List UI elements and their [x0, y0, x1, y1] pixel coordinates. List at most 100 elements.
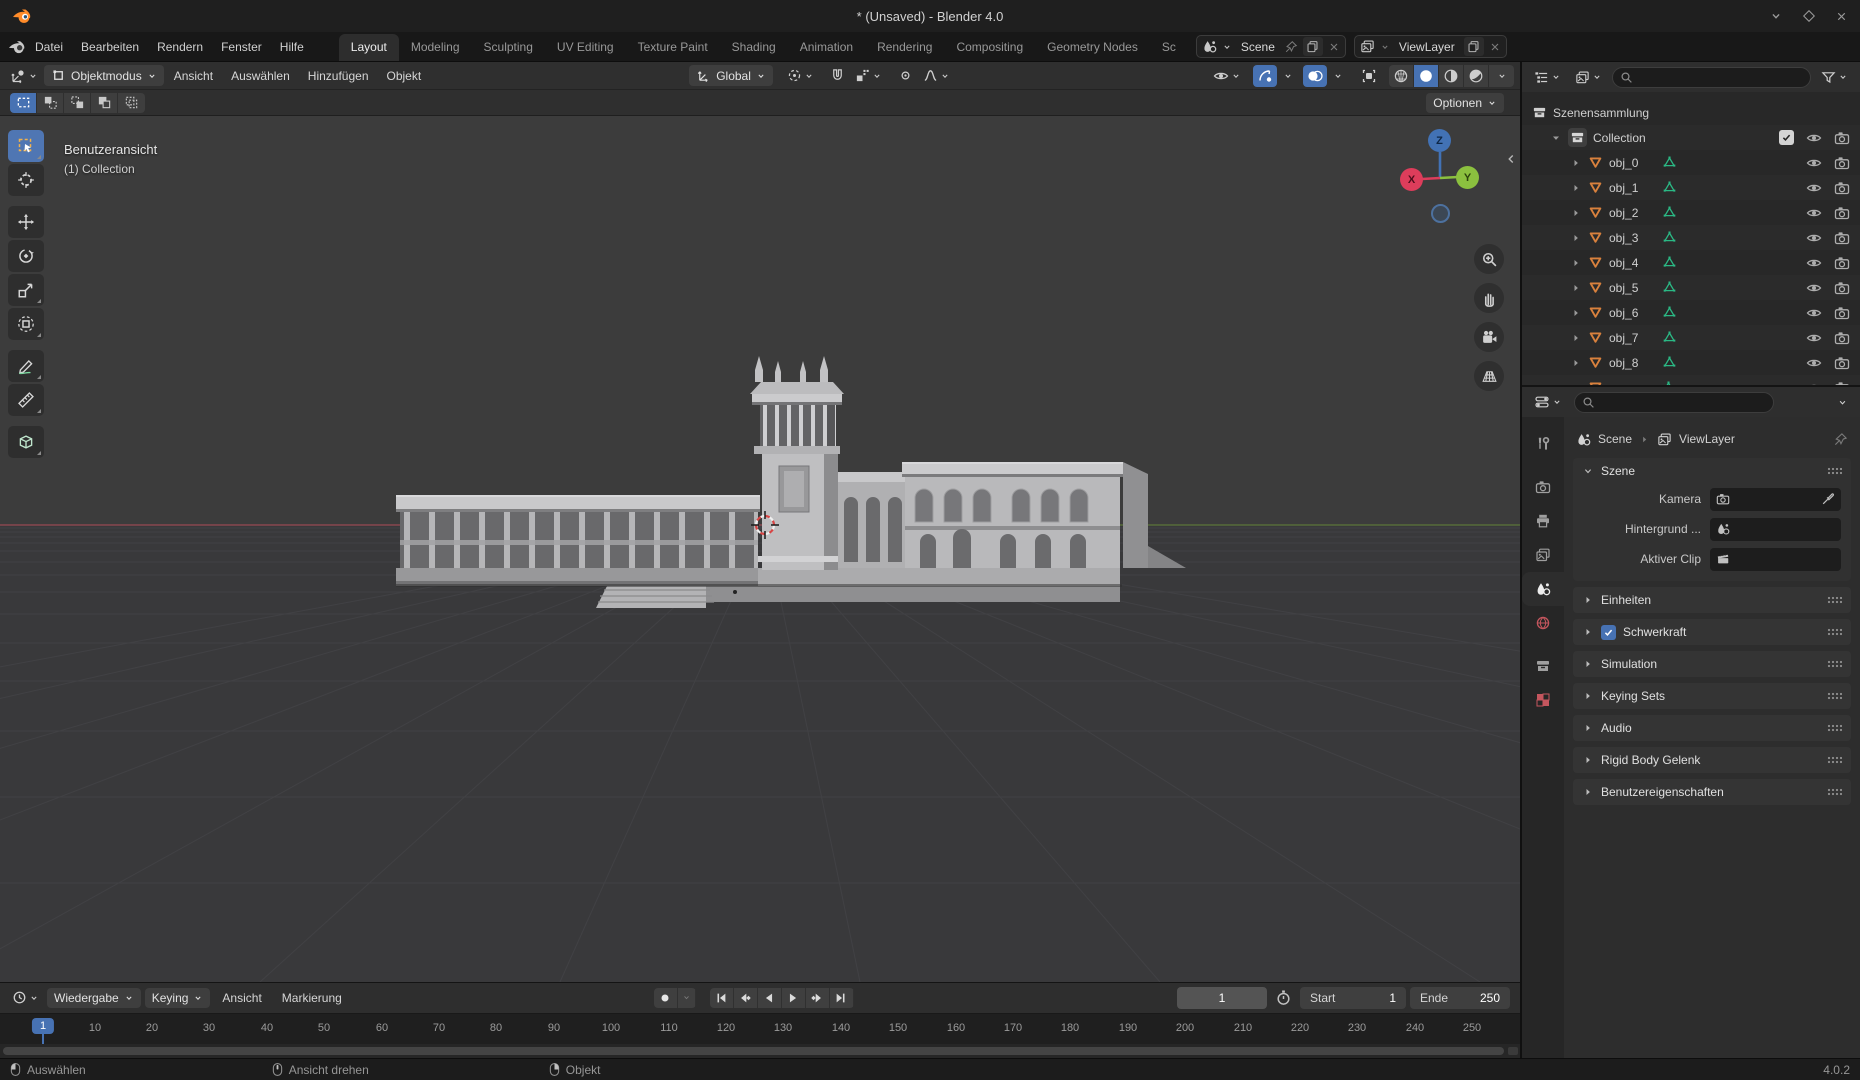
workspace-tab-uv-editing[interactable]: UV Editing	[545, 34, 626, 61]
snap-toggle[interactable]	[826, 65, 849, 86]
visibility-selector[interactable]	[1209, 65, 1245, 87]
prev-keyframe-button[interactable]	[734, 988, 758, 1008]
menu-markierung[interactable]: Markierung	[274, 987, 350, 1009]
render-visibility-camera-icon[interactable]	[1834, 280, 1850, 296]
panel-grip[interactable]	[1827, 692, 1842, 700]
panel-schwerkraft[interactable]: Schwerkraft	[1573, 619, 1851, 645]
workspace-tab-animation[interactable]: Animation	[788, 34, 865, 61]
shading-wireframe-button[interactable]	[1389, 65, 1414, 87]
hide-eye-icon[interactable]	[1806, 255, 1822, 271]
proportional-editing-toggle[interactable]	[894, 65, 917, 86]
window-minimize-icon[interactable]	[1769, 9, 1783, 23]
disclosure-closed-icon[interactable]	[1570, 382, 1582, 386]
workspace-tab-compositing[interactable]: Compositing	[944, 34, 1035, 61]
outliner-filter-id-selector[interactable]	[1571, 67, 1606, 88]
disclosure-closed-icon[interactable]	[1570, 257, 1582, 269]
overlays-dropdown[interactable]	[1329, 68, 1347, 84]
jump-to-start-button[interactable]	[710, 988, 734, 1008]
current-frame-field[interactable]: 1	[1177, 987, 1267, 1009]
disclosure-closed-icon[interactable]	[1570, 282, 1582, 294]
panel-grip[interactable]	[1827, 467, 1842, 475]
window-close-icon[interactable]	[1835, 10, 1848, 23]
properties-search[interactable]	[1574, 392, 1774, 413]
shading-material-button[interactable]	[1439, 65, 1464, 87]
menu-wiedergabe[interactable]: Wiedergabe	[47, 988, 141, 1008]
next-keyframe-button[interactable]	[806, 988, 830, 1008]
stopwatch-icon[interactable]	[1275, 989, 1292, 1006]
gravity-checkbox[interactable]	[1601, 625, 1616, 640]
blender-menu-logo-icon[interactable]	[8, 39, 26, 55]
menu-auswaehlen[interactable]: Auswählen	[223, 65, 298, 87]
tab-render[interactable]	[1522, 470, 1564, 504]
render-visibility-camera-icon[interactable]	[1834, 205, 1850, 221]
tool-cursor[interactable]	[8, 164, 44, 196]
breadcrumb-viewlayer[interactable]: ViewLayer	[1679, 432, 1735, 446]
tab-world[interactable]	[1522, 606, 1564, 640]
options-dropdown[interactable]: Optionen	[1426, 93, 1504, 113]
menu-objekt[interactable]: Objekt	[379, 65, 430, 87]
menu-keying[interactable]: Keying	[145, 988, 211, 1008]
building-model[interactable]	[396, 356, 1186, 608]
render-visibility-camera-icon[interactable]	[1834, 355, 1850, 371]
render-visibility-camera-icon[interactable]	[1834, 130, 1850, 146]
panel-rigid-body[interactable]: Rigid Body Gelenk	[1573, 747, 1851, 773]
panel-grip[interactable]	[1827, 660, 1842, 668]
tool-scale[interactable]	[8, 274, 44, 306]
workspace-tab-shading[interactable]: Shading	[720, 34, 788, 61]
playhead[interactable]: 1	[32, 1018, 54, 1034]
render-visibility-camera-icon[interactable]	[1834, 380, 1850, 386]
perspective-toggle-button[interactable]	[1474, 361, 1504, 391]
menu-tl-ansicht[interactable]: Ansicht	[214, 987, 269, 1009]
disclosure-closed-icon[interactable]	[1570, 332, 1582, 344]
menu-datei[interactable]: Datei	[26, 36, 72, 58]
properties-search-input[interactable]	[1600, 395, 1766, 409]
panel-grip[interactable]	[1827, 628, 1842, 636]
outliner-row-collection[interactable]: Collection	[1522, 125, 1860, 150]
outliner-row-object[interactable]: obj_0	[1522, 150, 1860, 175]
gizmo-dropdown[interactable]	[1279, 68, 1297, 84]
workspace-tab-rendering[interactable]: Rendering	[865, 34, 944, 61]
outliner-row-object-clipped[interactable]	[1522, 375, 1860, 385]
outliner-row-object[interactable]: obj_8	[1522, 350, 1860, 375]
editor-type-selector[interactable]	[6, 65, 42, 87]
outliner-row-object[interactable]: obj_6	[1522, 300, 1860, 325]
render-visibility-camera-icon[interactable]	[1834, 180, 1850, 196]
xray-toggle[interactable]	[1357, 65, 1381, 87]
transform-orientation-selector[interactable]: Global	[689, 65, 773, 86]
timeline-editor-type-selector[interactable]	[8, 987, 43, 1008]
hide-eye-icon[interactable]	[1806, 380, 1822, 386]
disclosure-open-icon[interactable]	[1550, 132, 1562, 144]
select-subtract-button[interactable]	[64, 93, 91, 113]
tool-transform[interactable]	[8, 308, 44, 340]
outliner-row-object[interactable]: obj_7	[1522, 325, 1860, 350]
outliner-row-object[interactable]: obj_4	[1522, 250, 1860, 275]
gizmo-x-axis[interactable]: X	[1400, 168, 1423, 191]
outliner-search[interactable]	[1612, 67, 1811, 88]
shading-solid-button[interactable]	[1414, 65, 1439, 87]
mode-selector[interactable]: Objektmodus	[44, 65, 164, 86]
pin-icon[interactable]	[1284, 40, 1298, 54]
workspace-tab-layout[interactable]: Layout	[339, 34, 399, 61]
pivot-point-selector[interactable]	[783, 65, 818, 86]
panel-grip[interactable]	[1827, 756, 1842, 764]
tool-rotate[interactable]	[8, 240, 44, 272]
panel-simulation[interactable]: Simulation	[1573, 651, 1851, 677]
camera-view-button[interactable]	[1474, 322, 1504, 352]
panel-szene-header[interactable]: Szene	[1573, 458, 1851, 484]
background-field[interactable]	[1710, 518, 1841, 541]
panel-benutzereigenschaften[interactable]: Benutzereigenschaften	[1573, 779, 1851, 805]
timeline-ruler[interactable]: 1 10 20 30 40 50 60 70 80 90 100 110 120…	[0, 1013, 1520, 1045]
workspace-tab-modeling[interactable]: Modeling	[399, 34, 472, 61]
tab-texture[interactable]	[1522, 683, 1564, 717]
navigation-gizmo[interactable]: Z X Y	[1388, 126, 1492, 230]
viewlayer-remove-icon[interactable]	[1489, 41, 1501, 53]
menu-ansicht[interactable]: Ansicht	[166, 65, 221, 87]
panel-grip[interactable]	[1827, 724, 1842, 732]
render-visibility-camera-icon[interactable]	[1834, 230, 1850, 246]
scene-unlink-icon[interactable]	[1328, 41, 1340, 53]
tool-move[interactable]	[8, 206, 44, 238]
workspace-tab-sculpting[interactable]: Sculpting	[472, 34, 545, 61]
viewlayer-new-button[interactable]	[1464, 37, 1484, 56]
panel-audio[interactable]: Audio	[1573, 715, 1851, 741]
outliner-search-input[interactable]	[1638, 70, 1803, 84]
